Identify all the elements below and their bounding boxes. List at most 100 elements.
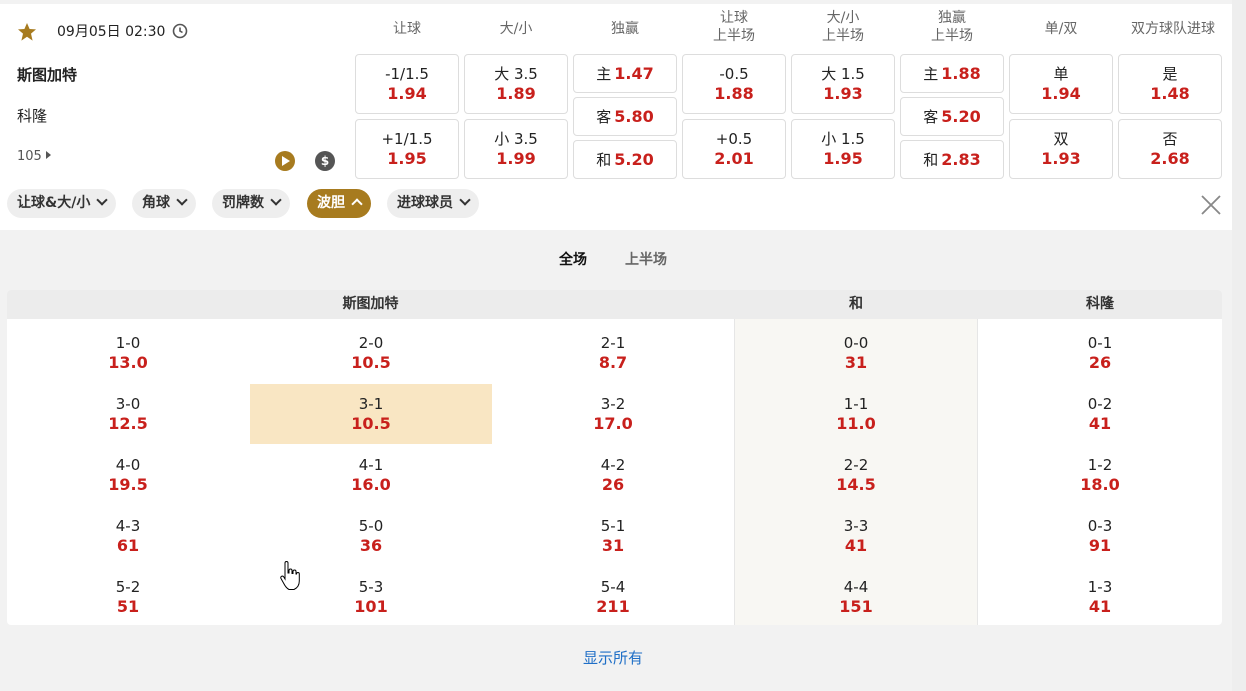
score-label: 4-2 bbox=[600, 456, 626, 474]
score-cell[interactable]: 3-2 17.0 bbox=[492, 384, 734, 444]
header-away: 科隆 bbox=[1086, 296, 1114, 312]
odds-value: 1.95 bbox=[387, 149, 427, 168]
odds-button-moneyline-away[interactable]: 客 5.80 bbox=[573, 97, 677, 136]
favorite-star-icon[interactable] bbox=[17, 22, 37, 42]
col-header-line2: 上半场 bbox=[931, 28, 973, 44]
col-header-odd-even: 单/双 bbox=[1044, 21, 1078, 37]
score-cell[interactable]: 4-0 19.5 bbox=[7, 445, 249, 505]
chip-label: 进球球员 bbox=[397, 195, 453, 211]
odds-button-btts-yes[interactable]: 是 1.48 bbox=[1118, 54, 1222, 114]
score-cell[interactable]: 1-2 18.0 bbox=[979, 445, 1221, 505]
odds-value: 1.94 bbox=[387, 84, 427, 103]
header-draw: 和 bbox=[849, 296, 863, 312]
score-cell[interactable]: 2-0 10.5 bbox=[250, 323, 492, 383]
odds-value: 1.99 bbox=[496, 149, 536, 168]
odds-button-handicap-home[interactable]: -1/1.5 1.94 bbox=[355, 54, 459, 114]
odds-button-handicap-1h-away[interactable]: +0.5 2.01 bbox=[682, 119, 786, 179]
odds-value: 2.68 bbox=[1150, 149, 1190, 168]
score-cell[interactable]: 1-3 41 bbox=[979, 567, 1221, 625]
odds-side: 主 bbox=[923, 65, 939, 83]
score-label: 4-3 bbox=[115, 517, 141, 535]
score-cell[interactable]: 2-2 14.5 bbox=[735, 445, 977, 505]
score-cell[interactable]: 5-2 51 bbox=[7, 567, 249, 625]
score-cell[interactable]: 2-1 8.7 bbox=[492, 323, 734, 383]
live-play-icon[interactable] bbox=[275, 151, 295, 171]
score-cell[interactable]: 0-3 91 bbox=[979, 506, 1221, 566]
show-all-link[interactable]: 显示所有 bbox=[583, 647, 643, 668]
score-odds: 41 bbox=[844, 536, 868, 555]
chip-goalscorer[interactable]: 进球球员 bbox=[387, 189, 479, 218]
odds-button-moneyline-1h-draw[interactable]: 和 2.83 bbox=[900, 140, 1004, 179]
odds-button-over-1h[interactable]: 大 1.5 1.93 bbox=[791, 54, 895, 114]
close-icon[interactable] bbox=[1200, 194, 1222, 216]
score-cell[interactable]: 4-2 26 bbox=[492, 445, 734, 505]
cashout-icon[interactable]: $ bbox=[315, 151, 335, 171]
odds-side: 主 bbox=[596, 65, 612, 83]
page: 09月05日 02:30 斯图加特 科隆 105 $ 让球 大/小 独赢 让球上… bbox=[0, 0, 1232, 691]
score-label: 0-3 bbox=[1087, 517, 1113, 535]
score-cell[interactable]: 5-0 36 bbox=[250, 506, 492, 566]
odds-button-moneyline-1h-away[interactable]: 客 5.20 bbox=[900, 97, 1004, 136]
score-cell[interactable]: 5-1 31 bbox=[492, 506, 734, 566]
odds-button-handicap-1h-home[interactable]: -0.5 1.88 bbox=[682, 54, 786, 114]
score-odds: 12.5 bbox=[108, 414, 148, 433]
odds-value: 5.20 bbox=[614, 150, 654, 169]
odds-value: 1.93 bbox=[823, 84, 863, 103]
score-cell[interactable]: 5-4 211 bbox=[492, 567, 734, 625]
chip-cards[interactable]: 罚牌数 bbox=[212, 189, 290, 218]
chip-handicap-over-under[interactable]: 让球&大/小 bbox=[7, 189, 117, 218]
tab-first-half[interactable]: 上半场 bbox=[625, 249, 667, 269]
score-cell[interactable]: 1-1 11.0 bbox=[735, 384, 977, 444]
score-cell[interactable]: 0-0 31 bbox=[735, 323, 977, 383]
score-odds: 41 bbox=[1088, 597, 1112, 616]
score-cell[interactable]: 4-4 151 bbox=[735, 567, 977, 625]
score-odds: 26 bbox=[1088, 353, 1112, 372]
odds-side: 客 bbox=[923, 108, 939, 126]
odds-button-moneyline-draw[interactable]: 和 5.20 bbox=[573, 140, 677, 179]
odds-line: 大 1.5 bbox=[821, 65, 865, 83]
score-cell[interactable]: 4-3 61 bbox=[7, 506, 249, 566]
odds-button-moneyline-1h-home[interactable]: 主 1.88 bbox=[900, 54, 1004, 93]
odds-button-over[interactable]: 大 3.5 1.89 bbox=[464, 54, 568, 114]
score-odds: 11.0 bbox=[836, 414, 876, 433]
score-label: 5-4 bbox=[600, 578, 626, 596]
score-cell[interactable]: 1-0 13.0 bbox=[7, 323, 249, 383]
chip-correct-score[interactable]: 波胆 bbox=[307, 189, 371, 218]
score-odds: 101 bbox=[354, 597, 388, 616]
odds-value: 1.89 bbox=[496, 84, 536, 103]
score-odds: 26 bbox=[601, 475, 625, 494]
score-label: 5-0 bbox=[358, 517, 384, 535]
odds-button-btts-no[interactable]: 否 2.68 bbox=[1118, 119, 1222, 179]
odds-button-under[interactable]: 小 3.5 1.99 bbox=[464, 119, 568, 179]
home-team-name: 斯图加特 bbox=[17, 66, 78, 84]
chip-corners[interactable]: 角球 bbox=[132, 189, 196, 218]
odds-value: 1.88 bbox=[714, 84, 754, 103]
score-cell[interactable]: 0-1 26 bbox=[979, 323, 1221, 383]
more-markets-link[interactable]: 105 bbox=[17, 149, 51, 164]
odds-line: 小 3.5 bbox=[494, 130, 538, 148]
odds-button-under-1h[interactable]: 小 1.5 1.95 bbox=[791, 119, 895, 179]
score-cell[interactable]: 3-1 10.5 bbox=[250, 384, 492, 444]
score-cell[interactable]: 3-0 12.5 bbox=[7, 384, 249, 444]
odds-line: -0.5 bbox=[719, 65, 749, 83]
score-cell[interactable]: 4-1 16.0 bbox=[250, 445, 492, 505]
score-label: 1-0 bbox=[115, 334, 141, 352]
tab-full-time[interactable]: 全场 bbox=[559, 249, 587, 269]
score-label: 0-1 bbox=[1087, 334, 1113, 352]
odds-line: 单 bbox=[1053, 65, 1069, 83]
score-cell[interactable]: 3-3 41 bbox=[735, 506, 977, 566]
odds-button-moneyline-home[interactable]: 主 1.47 bbox=[573, 54, 677, 93]
odds-button-odd[interactable]: 单 1.94 bbox=[1009, 54, 1113, 114]
odds-button-handicap-away[interactable]: +1/1.5 1.95 bbox=[355, 119, 459, 179]
odds-line: 小 1.5 bbox=[821, 130, 865, 148]
score-odds: 36 bbox=[359, 536, 383, 555]
score-label: 3-0 bbox=[115, 395, 141, 413]
col-header-line1: 大/小 bbox=[826, 10, 860, 26]
odds-button-even[interactable]: 双 1.93 bbox=[1009, 119, 1113, 179]
col-header-line1: 独赢 bbox=[938, 10, 966, 26]
score-odds: 18.0 bbox=[1080, 475, 1120, 494]
odds-value: 1.88 bbox=[941, 64, 981, 83]
score-label: 5-2 bbox=[115, 578, 141, 596]
score-odds: 91 bbox=[1088, 536, 1112, 555]
score-cell[interactable]: 0-2 41 bbox=[979, 384, 1221, 444]
